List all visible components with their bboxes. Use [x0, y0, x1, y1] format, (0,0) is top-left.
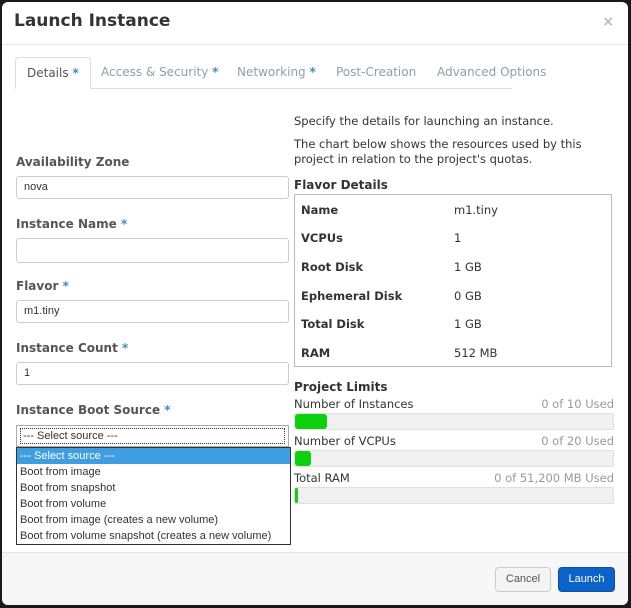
required-marker: * — [212, 65, 219, 79]
instances-progress-fill — [295, 414, 327, 429]
limit-label: Total RAM — [294, 471, 350, 485]
limit-vcpus: Number of VCPUs 0 of 20 Used — [294, 434, 614, 450]
intro-text: Specify the details for launching an ins… — [294, 114, 554, 128]
limit-used: 0 of 20 Used — [541, 434, 614, 448]
limit-label: Number of VCPUs — [294, 434, 396, 448]
required-marker: * — [120, 217, 128, 231]
label-text: Instance Count — [16, 341, 118, 355]
flavor-value: 1 GB — [454, 317, 482, 331]
instance-count-label: Instance Count * — [16, 341, 128, 355]
ram-progress-bar — [294, 487, 614, 504]
instances-progress-bar — [294, 413, 614, 430]
limit-ram: Total RAM 0 of 51,200 MB Used — [294, 471, 614, 487]
boot-source-label: Instance Boot Source * — [16, 403, 171, 417]
dialog-title: Launch Instance — [14, 11, 171, 31]
vcpus-progress-fill — [295, 451, 311, 466]
dialog-footer: Cancel Launch — [2, 552, 628, 605]
flavor-value: m1.tiny — [454, 203, 498, 217]
label-text: Instance Boot Source — [16, 403, 161, 417]
dropdown-option[interactable]: Boot from snapshot — [17, 480, 290, 496]
availability-zone-select[interactable]: nova — [16, 176, 289, 199]
required-marker: * — [309, 65, 316, 79]
instance-name-label: Instance Name * — [16, 217, 127, 231]
launch-instance-dialog: Launch Instance × Details * Access & Sec… — [2, 2, 628, 605]
limit-instances: Number of Instances 0 of 10 Used — [294, 397, 614, 413]
dropdown-option[interactable]: --- Select source --- — [17, 448, 290, 464]
dropdown-option[interactable]: Boot from image — [17, 464, 290, 480]
required-marker: * — [72, 66, 79, 80]
flavor-details-title: Flavor Details — [294, 178, 388, 192]
flavor-value: 1 — [454, 231, 462, 245]
availability-zone-label: Availability Zone — [16, 155, 129, 169]
cancel-button[interactable]: Cancel — [495, 567, 551, 592]
tab-networking[interactable]: Networking * — [237, 57, 316, 87]
tab-access-security[interactable]: Access & Security * — [101, 57, 218, 87]
launch-button[interactable]: Launch — [558, 567, 615, 592]
flavor-key: Ephemeral Disk — [301, 289, 403, 303]
dropdown-option[interactable]: Boot from image (creates a new volume) — [17, 512, 290, 528]
limit-label: Number of Instances — [294, 397, 414, 411]
tab-post-creation[interactable]: Post-Creation — [336, 57, 416, 87]
tab-label: Post-Creation — [336, 65, 417, 79]
flavor-key: RAM — [301, 346, 331, 360]
required-marker: * — [164, 403, 171, 417]
tab-label: Access & Security — [101, 65, 209, 79]
instance-count-input[interactable]: 1 — [16, 362, 289, 385]
close-icon[interactable]: × — [602, 14, 614, 30]
label-text: Instance Name — [16, 217, 117, 231]
quota-description: The chart below shows the resources used… — [294, 137, 582, 166]
flavor-value: 1 GB — [454, 260, 482, 274]
ram-progress-fill — [295, 488, 299, 503]
dropdown-option[interactable]: Boot from volume — [17, 496, 290, 512]
vcpus-progress-bar — [294, 450, 614, 467]
tab-advanced-options[interactable]: Advanced Options — [437, 57, 546, 87]
label-text: Flavor — [16, 279, 59, 293]
project-limits-title: Project Limits — [294, 380, 388, 394]
required-marker: * — [122, 341, 129, 355]
dialog-header: Launch Instance × — [2, 2, 628, 45]
flavor-key: Total Disk — [301, 317, 365, 331]
label-text: Availability Zone — [16, 155, 130, 169]
flavor-key: VCPUs — [301, 231, 343, 245]
limit-used: 0 of 10 Used — [541, 397, 614, 411]
required-marker: * — [62, 279, 69, 293]
flavor-label: Flavor * — [16, 279, 69, 293]
tab-label: Networking — [237, 65, 306, 79]
tab-label: Advanced Options — [437, 65, 547, 79]
tab-details[interactable]: Details * — [15, 57, 91, 89]
limit-used: 0 of 51,200 MB Used — [494, 471, 614, 485]
boot-source-value: --- Select source --- — [20, 428, 285, 444]
flavor-key: Root Disk — [301, 260, 364, 274]
instance-name-input[interactable] — [16, 238, 289, 263]
flavor-key: Name — [301, 203, 339, 217]
tab-label: Details — [27, 66, 69, 80]
tab-bar: Details * Access & Security * Networking… — [15, 57, 546, 89]
flavor-value: 0 GB — [454, 289, 482, 303]
boot-source-select[interactable]: --- Select source --- — [16, 425, 289, 447]
flavor-value: 512 MB — [454, 346, 498, 360]
flavor-details-table: Name m1.tiny VCPUs 1 Root Disk 1 GB Ephe… — [294, 194, 612, 367]
boot-source-dropdown: --- Select source --- Boot from image Bo… — [16, 447, 291, 545]
flavor-select[interactable]: m1.tiny — [16, 300, 289, 323]
dropdown-option[interactable]: Boot from volume snapshot (creates a new… — [17, 528, 290, 544]
